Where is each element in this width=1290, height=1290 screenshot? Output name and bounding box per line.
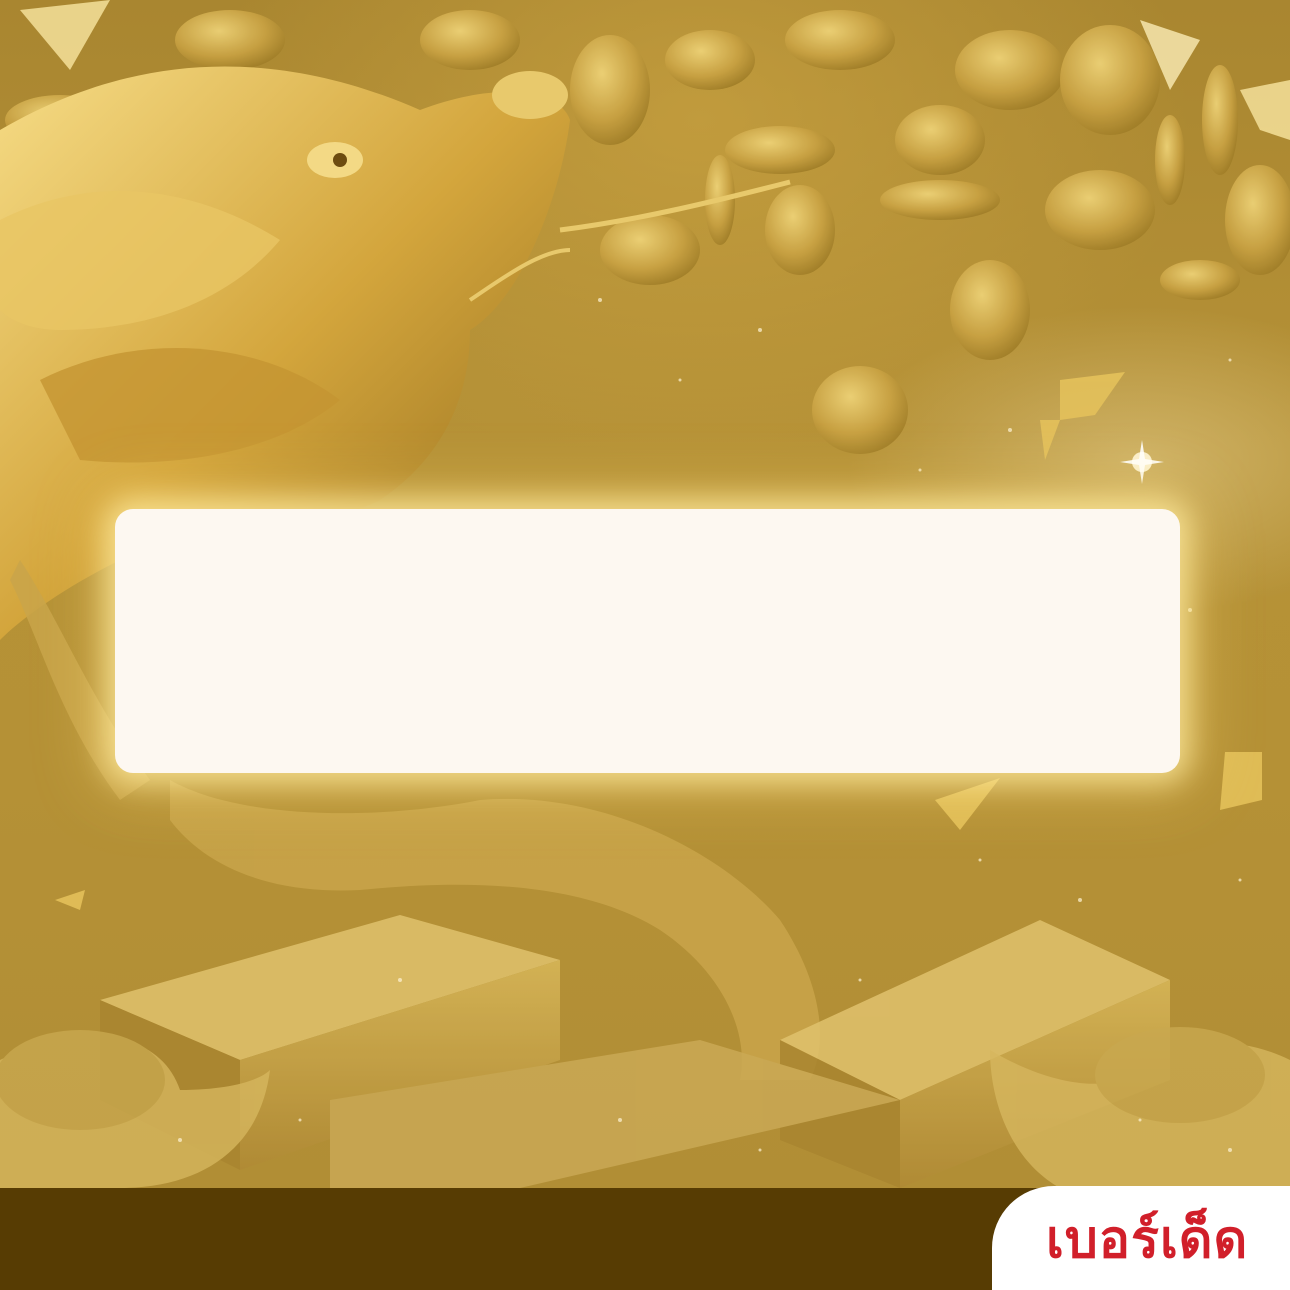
sparkle-icon (1120, 440, 1164, 484)
brand-logo: เบอร์เด็ด (1046, 1210, 1249, 1270)
text-card (115, 509, 1180, 773)
gold-bars (100, 915, 1170, 1188)
